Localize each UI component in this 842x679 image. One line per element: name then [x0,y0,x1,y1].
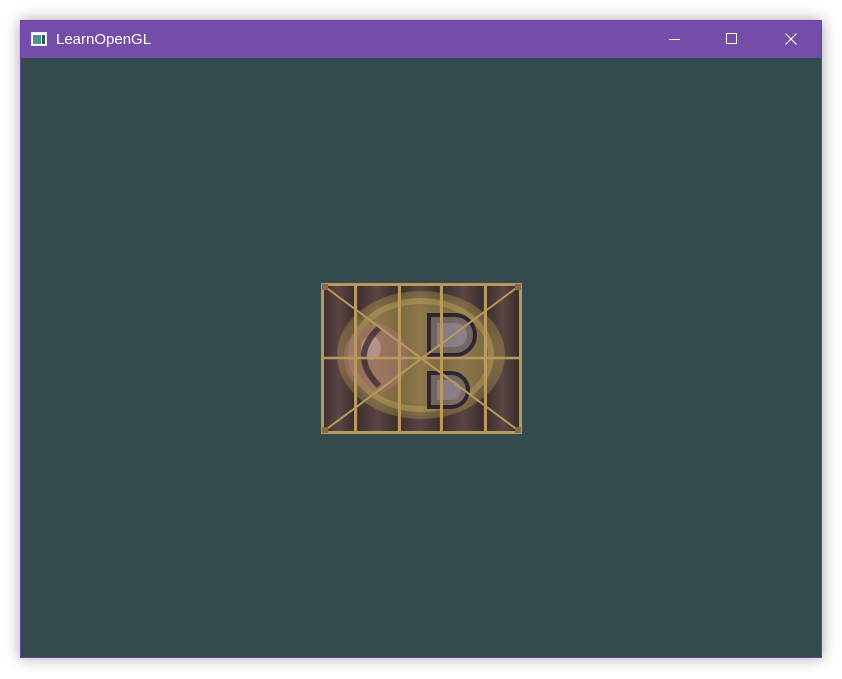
close-button[interactable] [768,21,814,58]
opengl-viewport[interactable] [21,58,821,657]
window-title: LearnOpenGL [56,31,152,48]
title-bar[interactable]: LearnOpenGL [21,21,821,58]
minimize-icon [669,39,680,40]
awesomeface-overlay [337,291,505,419]
maximize-icon [726,33,737,44]
minimize-button[interactable] [652,21,698,58]
maximize-button[interactable] [709,21,755,58]
app-window: LearnOpenGL [20,20,822,658]
close-icon [785,33,797,45]
textured-quad [321,283,522,434]
window-app-icon [31,32,47,46]
